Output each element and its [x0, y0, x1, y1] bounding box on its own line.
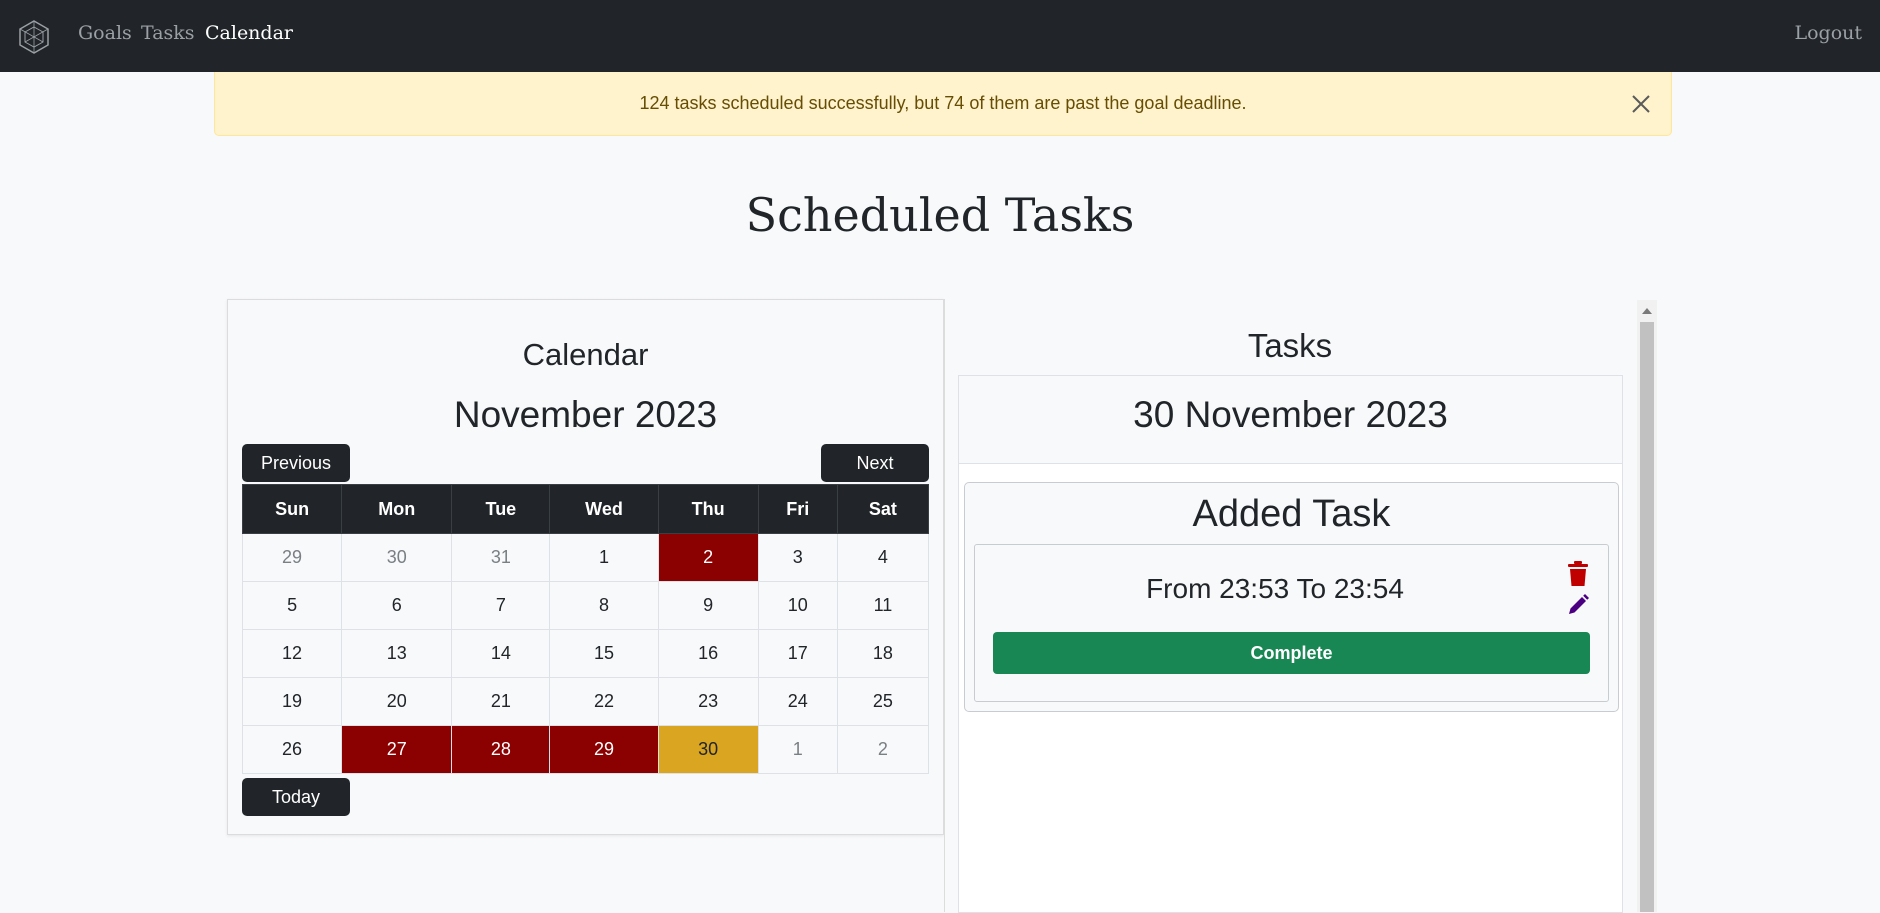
calendar-week-row: 12 13 14 15 16 17 18 — [241, 629, 930, 678]
calendar-month-label: November 2023 — [453, 394, 718, 435]
weekday-header: Wed — [549, 484, 659, 534]
task-date-section: 30 November 2023 Added Task From 23:53 T… — [958, 375, 1623, 913]
calendar-day-cell[interactable]: 16 — [657, 629, 759, 678]
calendar-day-cell[interactable]: 7 — [451, 581, 551, 630]
scroll-up-arrow-icon[interactable] — [1642, 308, 1652, 314]
calendar-day-cell[interactable]: 21 — [451, 677, 551, 726]
selected-date-label: 30 November 2023 — [1133, 394, 1448, 435]
calendar-day-cell[interactable]: 8 — [549, 581, 659, 630]
task-title: Added Task — [1192, 493, 1391, 535]
tasks-scrollbar[interactable] — [1637, 300, 1657, 912]
weekday-header: Fri — [757, 484, 838, 534]
calendar-day-cell[interactable]: 30 — [341, 533, 453, 582]
task-occurrence: From 23:53 To 23:54 Complete — [974, 544, 1609, 702]
calendar-day-cell[interactable]: 2 — [836, 725, 930, 774]
calendar-day-cell-overdue[interactable]: 2 — [657, 533, 759, 582]
calendar-day-cell[interactable]: 25 — [836, 677, 930, 726]
calendar-day-cell[interactable]: 18 — [836, 629, 930, 678]
weekday-header-row: Sun Mon Tue Wed Thu Fri Sat — [241, 484, 930, 534]
logout-link[interactable]: Logout — [1794, 22, 1862, 44]
scroll-thumb[interactable] — [1640, 322, 1654, 912]
calendar-day-cell[interactable]: 1 — [757, 725, 838, 774]
calendar-day-cell[interactable]: 11 — [836, 581, 930, 630]
tasks-panel: Tasks 30 November 2023 Added Task From 2… — [944, 299, 1658, 913]
task-date-header: 30 November 2023 — [959, 376, 1622, 464]
calendar-week-row: 26 27 28 29 30 1 2 — [241, 725, 930, 774]
today-button[interactable]: Today — [242, 778, 350, 816]
complete-task-button[interactable]: Complete — [993, 632, 1590, 674]
calendar-day-cell[interactable]: 3 — [757, 533, 838, 582]
alert-message: 124 tasks scheduled successfully, but 74… — [639, 93, 1247, 113]
navbar: Goals Tasks Calendar Logout — [0, 0, 1880, 72]
calendar-week-row: 5 6 7 8 9 10 11 — [241, 581, 930, 630]
calendar-day-cell[interactable]: 5 — [241, 581, 343, 630]
next-month-button[interactable]: Next — [821, 444, 929, 482]
calendar-day-cell[interactable]: 31 — [451, 533, 551, 582]
pencil-icon[interactable] — [1566, 593, 1590, 617]
weekday-header: Tue — [451, 484, 551, 534]
calendar-day-cell-overdue[interactable]: 29 — [549, 725, 659, 774]
tasks-heading: Tasks — [1247, 327, 1333, 364]
calendar-day-cell-selected[interactable]: 30 — [657, 725, 759, 774]
weekday-header: Mon — [341, 484, 453, 534]
calendar-day-cell[interactable]: 15 — [549, 629, 659, 678]
geodesic-logo-icon[interactable] — [16, 19, 52, 55]
calendar-day-cell[interactable]: 22 — [549, 677, 659, 726]
calendar-day-cell-overdue[interactable]: 27 — [341, 725, 453, 774]
calendar-day-cell[interactable]: 14 — [451, 629, 551, 678]
calendar-day-cell[interactable]: 12 — [241, 629, 343, 678]
calendar-day-cell[interactable]: 20 — [341, 677, 453, 726]
calendar-week-row: 29 30 31 1 2 3 4 — [241, 533, 930, 582]
calendar-day-cell-overdue[interactable]: 28 — [451, 725, 551, 774]
close-icon[interactable] — [1629, 92, 1653, 116]
nav-goals-link[interactable]: Goals — [78, 22, 132, 44]
warning-alert: 124 tasks scheduled successfully, but 74… — [214, 72, 1672, 136]
previous-month-button[interactable]: Previous — [242, 444, 350, 482]
calendar-grid: Sun Mon Tue Wed Thu Fri Sat 29 30 31 1 2… — [241, 484, 930, 774]
task-time-range: From 23:53 To 23:54 — [1146, 573, 1404, 604]
weekday-header: Thu — [657, 484, 759, 534]
calendar-day-cell[interactable]: 9 — [657, 581, 759, 630]
task-card: Added Task From 23:53 To 23:54 Complete — [964, 482, 1619, 712]
calendar-day-cell[interactable]: 19 — [241, 677, 343, 726]
calendar-day-cell[interactable]: 26 — [241, 725, 343, 774]
calendar-day-cell[interactable]: 24 — [757, 677, 838, 726]
calendar-day-cell[interactable]: 4 — [836, 533, 930, 582]
calendar-card: Calendar November 2023 Previous Next Sun… — [227, 299, 944, 835]
calendar-day-cell[interactable]: 6 — [341, 581, 453, 630]
nav-tasks-link[interactable]: Tasks — [141, 22, 195, 44]
weekday-header: Sat — [836, 484, 930, 534]
page-title: Scheduled Tasks — [745, 188, 1135, 242]
calendar-day-cell[interactable]: 23 — [657, 677, 759, 726]
nav-calendar-link[interactable]: Calendar — [205, 22, 293, 44]
calendar-week-row: 19 20 21 22 23 24 25 — [241, 677, 930, 726]
calendar-heading: Calendar — [522, 337, 649, 372]
calendar-day-cell[interactable]: 10 — [757, 581, 838, 630]
calendar-day-cell[interactable]: 1 — [549, 533, 659, 582]
calendar-day-cell[interactable]: 17 — [757, 629, 838, 678]
trash-icon[interactable] — [1566, 561, 1590, 587]
calendar-day-cell[interactable]: 29 — [241, 533, 343, 582]
weekday-header: Sun — [241, 484, 343, 534]
calendar-day-cell[interactable]: 13 — [341, 629, 453, 678]
